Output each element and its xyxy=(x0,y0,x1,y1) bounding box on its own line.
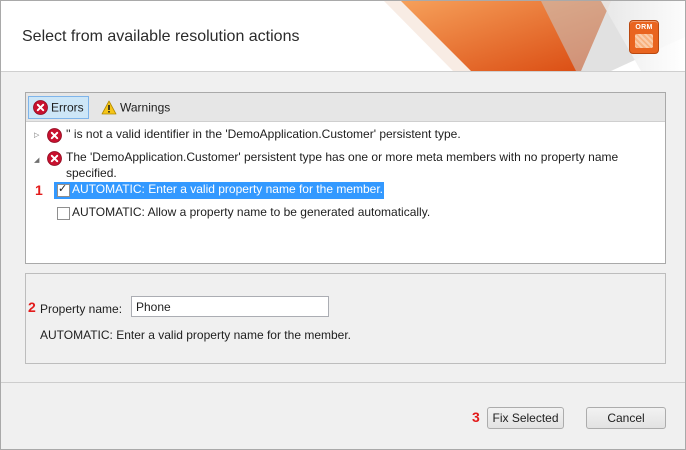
callout-marker-2: 2 xyxy=(28,299,36,315)
action-checkbox[interactable]: ✓ xyxy=(57,183,70,197)
tab-errors[interactable]: Errors xyxy=(28,96,89,119)
checkmark-icon: ✓ xyxy=(58,183,68,195)
property-description: AUTOMATIC: Enter a valid property name f… xyxy=(40,328,352,342)
property-name-label: Property name: xyxy=(40,302,123,316)
action-row-selected[interactable]: ✓ AUTOMATIC: Enter a valid property name… xyxy=(54,182,384,199)
orm-logo-icon: ORM xyxy=(629,20,659,54)
property-name-input[interactable] xyxy=(131,296,329,317)
callout-marker-3: 3 xyxy=(472,409,480,425)
main-area: Errors Warnings ▷ '' is not a valid iden… xyxy=(1,72,685,383)
fix-selected-button[interactable]: Fix Selected xyxy=(487,407,564,429)
resolution-dialog: Select from available resolution actions… xyxy=(0,0,686,450)
dialog-header: Select from available resolution actions… xyxy=(1,1,685,72)
cancel-button[interactable]: Cancel xyxy=(586,407,666,429)
tab-warnings-label: Warnings xyxy=(120,100,171,115)
error-icon xyxy=(47,151,62,166)
action-label[interactable]: AUTOMATIC: Allow a property name to be g… xyxy=(72,205,430,219)
action-label: AUTOMATIC: Enter a valid property name f… xyxy=(72,182,384,196)
issue-tabs: Errors Warnings xyxy=(26,93,665,122)
dialog-footer: 3 Fix Selected Cancel xyxy=(1,383,685,449)
callout-marker-1: 1 xyxy=(35,182,43,198)
collapse-arrow-icon[interactable]: ◢ xyxy=(34,152,39,169)
properties-panel: 2 Property name: AUTOMATIC: Enter a vali… xyxy=(25,273,666,364)
issues-panel: Errors Warnings ▷ '' is not a valid iden… xyxy=(25,92,666,264)
tab-warnings[interactable]: Warnings xyxy=(96,96,175,119)
issue-text[interactable]: '' is not a valid identifier in the 'Dem… xyxy=(66,127,461,141)
warning-icon xyxy=(101,100,117,115)
tab-errors-label: Errors xyxy=(51,100,84,115)
issue-text-continued: specified. xyxy=(66,166,117,180)
error-icon xyxy=(47,128,62,143)
error-icon xyxy=(33,100,48,116)
action-checkbox[interactable] xyxy=(57,207,70,220)
dialog-title: Select from available resolution actions xyxy=(22,28,300,45)
expand-arrow-icon[interactable]: ▷ xyxy=(34,127,39,144)
issue-text[interactable]: The 'DemoApplication.Customer' persisten… xyxy=(66,150,618,164)
orm-logo-text: ORM xyxy=(635,24,653,31)
